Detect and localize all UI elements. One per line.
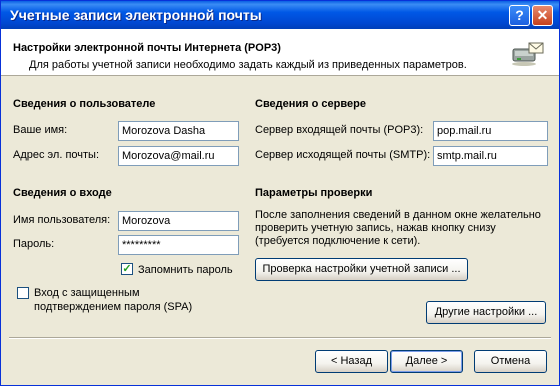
- checkmark-icon: ✓: [122, 263, 132, 275]
- back-button[interactable]: < Назад: [315, 350, 388, 373]
- username-input[interactable]: Morozova: [118, 211, 239, 231]
- name-label: Ваше имя:: [13, 124, 68, 136]
- remember-password-label: Запомнить пароль: [138, 264, 233, 276]
- incoming-server-label: Сервер входящей почты (POP3):: [255, 124, 424, 136]
- password-input[interactable]: *********: [118, 235, 239, 255]
- more-settings-button[interactable]: Другие настройки ...: [426, 301, 546, 324]
- header-title: Настройки электронной почты Интернета (P…: [13, 42, 281, 54]
- spa-checkbox[interactable]: [17, 287, 29, 299]
- user-info-heading: Сведения о пользователе: [13, 98, 156, 110]
- test-account-button[interactable]: Проверка настройки учетной записи ...: [255, 258, 468, 281]
- spa-label-line1: Вход с защищенным: [34, 287, 140, 299]
- name-input[interactable]: Morozova Dasha: [118, 121, 239, 141]
- window-title: Учетные записи электронной почты: [10, 7, 262, 23]
- close-button[interactable]: ✕: [532, 5, 553, 26]
- remember-password-checkbox[interactable]: ✓: [121, 263, 133, 275]
- mail-server-icon: [512, 42, 544, 66]
- outgoing-server-input[interactable]: smtp.mail.ru: [433, 146, 548, 166]
- header-subtitle: Для работы учетной записи необходимо зад…: [29, 59, 467, 71]
- incoming-server-input[interactable]: pop.mail.ru: [433, 121, 548, 141]
- password-label: Пароль:: [13, 238, 55, 250]
- username-label: Имя пользователя:: [13, 214, 111, 226]
- bottom-divider: [9, 337, 551, 339]
- logon-info-heading: Сведения о входе: [13, 187, 112, 199]
- header-panel: Настройки электронной почты Интернета (P…: [1, 29, 559, 76]
- title-bar[interactable]: Учетные записи электронной почты ? ✕: [1, 1, 559, 29]
- email-input[interactable]: Morozova@mail.ru: [118, 146, 239, 166]
- outgoing-server-label: Сервер исходящей почты (SMTP):: [255, 149, 431, 161]
- test-desc-line3: (требуется подключение к сети).: [255, 235, 421, 247]
- server-info-heading: Сведения о сервере: [255, 98, 366, 110]
- spa-label-line2: подтверждением пароля (SPA): [34, 301, 193, 313]
- help-button[interactable]: ?: [509, 5, 530, 26]
- test-desc-line2: проверить учетную запись, нажав кнопку с…: [255, 222, 496, 234]
- email-accounts-dialog: Учетные записи электронной почты ? ✕ Нас…: [0, 0, 560, 386]
- test-desc-line1: После заполнения сведений в данном окне …: [255, 209, 541, 221]
- cancel-button[interactable]: Отмена: [474, 350, 547, 373]
- email-label: Адрес эл. почты:: [13, 149, 100, 161]
- next-button[interactable]: Далее >: [390, 350, 463, 373]
- test-settings-heading: Параметры проверки: [255, 187, 373, 199]
